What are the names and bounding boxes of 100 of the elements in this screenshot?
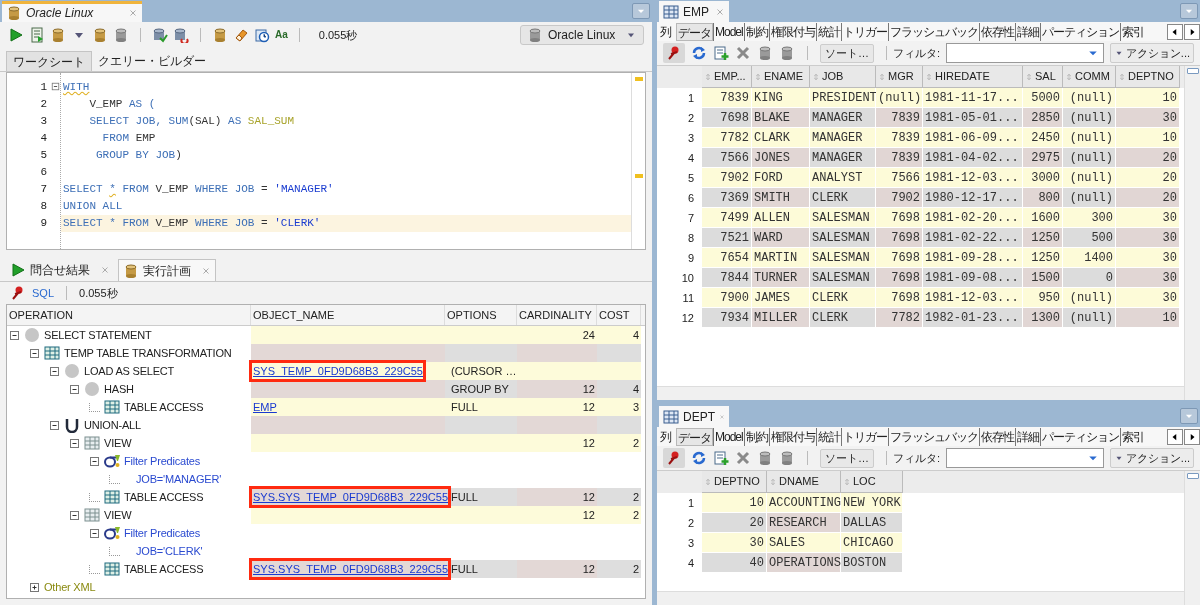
warning-marker[interactable] [635, 173, 643, 178]
subtab[interactable]: データ [676, 427, 713, 446]
subtab[interactable]: 索引 [1119, 22, 1145, 41]
close-icon[interactable] [715, 6, 725, 17]
subtab[interactable]: 統計 [815, 427, 841, 446]
column-header[interactable]: CARDINALITY [517, 305, 597, 325]
table-tab[interactable]: DEPT [659, 406, 729, 427]
column-header[interactable]: DNAME [767, 471, 841, 493]
delete-icon[interactable] [735, 45, 751, 61]
action-button[interactable]: アクション... [1109, 448, 1194, 468]
column-header[interactable]: OPERATION [7, 305, 251, 325]
column-header[interactable]: MGR [876, 66, 923, 88]
subtab[interactable]: パーティション [1039, 427, 1120, 446]
scroll-right-button[interactable] [1184, 23, 1200, 40]
sort-button[interactable]: ソート… [820, 43, 874, 63]
editor-tab[interactable]: Oracle Linux [2, 1, 142, 22]
horizontal-scrollbar[interactable] [657, 386, 1184, 400]
format-icon[interactable]: Aa [275, 30, 288, 40]
subtab[interactable]: 索引 [1119, 427, 1145, 446]
sql-link[interactable]: SQL [32, 284, 54, 302]
filter-field[interactable] [946, 448, 1104, 468]
vertical-scrollbar[interactable] [1184, 471, 1200, 605]
connection-dropdown[interactable]: Oracle Linux [520, 25, 644, 45]
close-icon[interactable] [128, 8, 138, 18]
database-icon[interactable] [92, 27, 108, 43]
commit-icon[interactable] [152, 27, 168, 43]
column-header[interactable]: DEPTNO [1116, 66, 1180, 88]
object-link[interactable]: EMP [253, 400, 277, 413]
column-header[interactable]: JOB [810, 66, 876, 88]
collapse-icon[interactable] [69, 509, 80, 521]
database-icon[interactable] [757, 450, 773, 466]
collapse-icon[interactable] [49, 419, 60, 431]
subtab[interactable]: 詳細 [1014, 427, 1040, 446]
subtab[interactable]: 権限付与 [768, 22, 816, 41]
scroll-left-button[interactable] [1167, 428, 1183, 445]
refresh-icon[interactable] [691, 45, 707, 61]
subtab[interactable]: データ [676, 22, 713, 41]
run-icon[interactable] [8, 27, 24, 43]
worksheet-tab[interactable]: ワークシート [6, 51, 92, 71]
clock-icon[interactable] [254, 27, 270, 43]
code-editor[interactable]: 1 2 3 4 5 6 7 8 9 WITH V_EMP AS ( SELECT JOB, SUM(SAL) AS SAL_SUM FROM EMP GROUP BY JOB) SELECT * FROM V_EMP WHERE JOB = 'MANAGER' UNION ALL SELECT * FROM V_EMP WHERE JOB = 'CLERK' [6, 72, 646, 250]
column-header[interactable]: LOC [841, 471, 903, 493]
subtab[interactable]: トリガー [840, 22, 888, 41]
subtab[interactable]: 制約 [743, 22, 769, 41]
column-header[interactable]: OPTIONS [445, 305, 517, 325]
vertical-scrollbar[interactable] [1184, 66, 1200, 400]
subtab[interactable]: Model [713, 22, 744, 41]
subtab[interactable]: 列 [659, 427, 672, 446]
column-header[interactable]: COST [597, 305, 641, 325]
subtab[interactable]: 依存性 [978, 427, 1015, 446]
column-header[interactable]: DEPTNO [702, 471, 767, 493]
collapse-icon[interactable] [89, 527, 100, 539]
panel-menu-button[interactable] [632, 3, 650, 19]
collapse-icon[interactable] [51, 82, 60, 91]
subtab[interactable]: フラッシュバック [887, 22, 979, 41]
close-icon[interactable] [100, 265, 110, 275]
database-icon[interactable] [779, 45, 795, 61]
rollback-icon[interactable] [173, 27, 189, 43]
database-icon[interactable] [113, 27, 129, 43]
scroll-right-button[interactable] [1184, 428, 1200, 445]
subtab[interactable]: 権限付与 [768, 427, 816, 446]
column-header[interactable]: SAL [1023, 66, 1063, 88]
expand-icon[interactable] [29, 581, 40, 593]
pin-button[interactable] [663, 43, 685, 63]
column-header[interactable]: COMM [1063, 66, 1116, 88]
collapse-icon[interactable] [69, 383, 80, 395]
database-icon[interactable] [212, 27, 228, 43]
subtab[interactable]: 制約 [743, 427, 769, 446]
horizontal-scrollbar[interactable] [657, 591, 1184, 605]
subtab[interactable]: 依存性 [978, 22, 1015, 41]
collapse-icon[interactable] [49, 365, 60, 377]
filter-field[interactable] [946, 43, 1104, 63]
result-tab[interactable]: 問合せ結果 [6, 259, 114, 281]
collapse-icon[interactable] [89, 455, 100, 467]
database-icon[interactable] [779, 450, 795, 466]
database-icon[interactable] [757, 45, 773, 61]
eraser-icon[interactable] [233, 27, 249, 43]
column-header[interactable]: HIREDATE [923, 66, 1023, 88]
delete-icon[interactable] [735, 450, 751, 466]
add-row-icon[interactable] [713, 450, 729, 466]
subtab[interactable]: フラッシュバック [887, 427, 979, 446]
subtab[interactable]: 列 [659, 22, 672, 41]
table-tab[interactable]: EMP [659, 1, 729, 22]
subtab[interactable]: 統計 [815, 22, 841, 41]
pin-button[interactable] [663, 448, 685, 468]
subtab[interactable]: Model [713, 427, 744, 446]
subtab[interactable]: 詳細 [1014, 22, 1040, 41]
database-icon[interactable] [50, 27, 66, 43]
subtab[interactable]: トリガー [840, 427, 888, 446]
run-script-icon[interactable] [29, 27, 45, 43]
refresh-icon[interactable] [691, 450, 707, 466]
close-icon[interactable] [201, 265, 211, 276]
column-header[interactable]: OBJECT_NAME [251, 305, 445, 325]
action-button[interactable]: アクション... [1109, 43, 1194, 63]
sort-button[interactable]: ソート… [820, 448, 874, 468]
collapse-icon[interactable] [29, 347, 40, 359]
result-tab[interactable]: 実行計画 [118, 259, 216, 281]
column-header[interactable]: EMP... [702, 66, 752, 88]
column-header[interactable]: ENAME [752, 66, 810, 88]
collapse-icon[interactable] [69, 437, 80, 449]
